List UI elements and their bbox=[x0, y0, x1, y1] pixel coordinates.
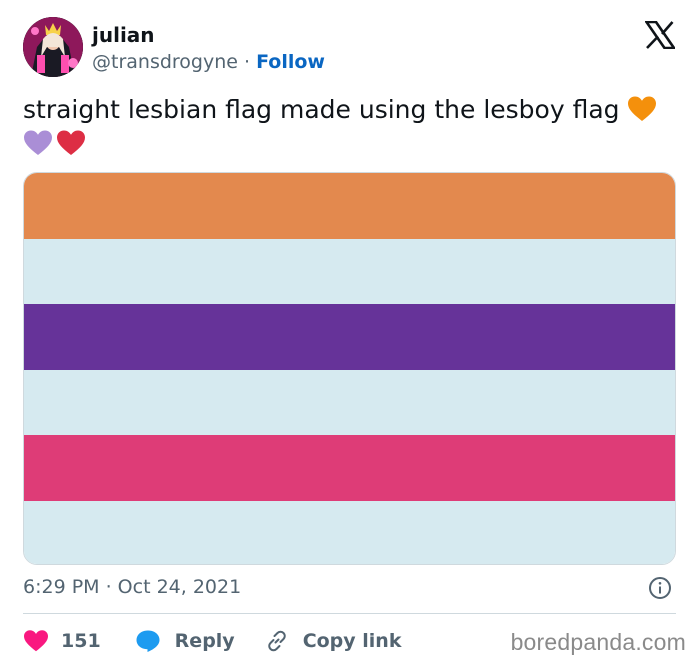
divider bbox=[23, 613, 676, 614]
flag-stripe bbox=[24, 173, 675, 239]
orange-heart-icon bbox=[628, 96, 657, 121]
flag-stripe bbox=[24, 500, 675, 564]
like-button[interactable]: 151 bbox=[23, 629, 101, 653]
flag-stripe bbox=[24, 435, 675, 501]
x-logo-icon[interactable] bbox=[645, 21, 675, 49]
tweet-timestamp[interactable]: 6:29 PM · Oct 24, 2021 bbox=[23, 575, 241, 599]
tweet-text-content: straight lesbian flag made using the les… bbox=[23, 95, 628, 124]
follow-button[interactable]: Follow bbox=[256, 51, 325, 73]
author-name[interactable]: julian bbox=[92, 23, 155, 47]
red-heart-icon bbox=[57, 130, 85, 155]
avatar[interactable] bbox=[23, 17, 83, 77]
copy-link-button[interactable]: Copy link bbox=[265, 629, 402, 653]
like-count: 151 bbox=[61, 630, 101, 652]
heart-icon bbox=[24, 630, 48, 652]
link-icon bbox=[267, 630, 286, 652]
action-bar: 151 Reply Copy link bbox=[23, 626, 401, 656]
reply-bubble-icon bbox=[136, 630, 160, 652]
author-handle[interactable]: @transdrogyne bbox=[92, 51, 238, 73]
tweet-text: straight lesbian flag made using the les… bbox=[23, 93, 678, 161]
flag-stripe bbox=[24, 369, 675, 435]
watermark: boredpanda.com bbox=[510, 629, 686, 655]
flag-stripe bbox=[24, 304, 675, 370]
reply-label: Reply bbox=[174, 630, 235, 652]
handle-separator: · bbox=[237, 51, 257, 73]
flag-stripe bbox=[24, 238, 675, 304]
avatar-image bbox=[23, 17, 83, 77]
copy-link-label: Copy link bbox=[302, 630, 402, 652]
purple-heart-icon bbox=[24, 130, 52, 155]
handle-line: @transdrogyne · Follow bbox=[92, 50, 325, 74]
info-icon[interactable] bbox=[648, 576, 672, 600]
reply-button[interactable]: Reply bbox=[135, 629, 235, 653]
flag-image[interactable] bbox=[23, 172, 676, 565]
